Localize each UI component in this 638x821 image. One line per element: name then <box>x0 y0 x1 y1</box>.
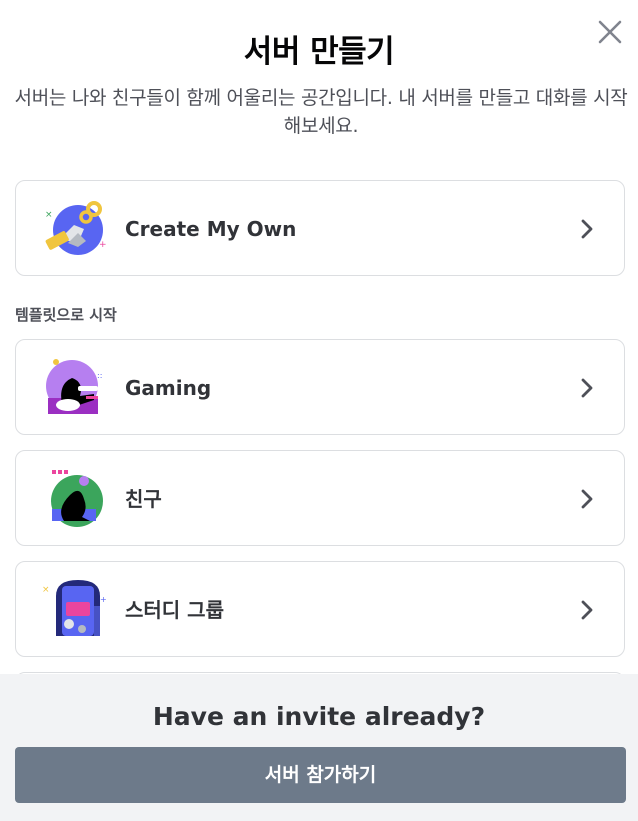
chevron-right-icon <box>581 489 593 509</box>
modal-title: 서버 만들기 <box>243 34 395 70</box>
template-friends-label: 친구 <box>125 487 162 511</box>
template-study-group-label: 스터디 그룹 <box>125 598 224 622</box>
join-server-button[interactable]: 서버 참가하기 <box>15 747 626 803</box>
svg-text:×: × <box>45 210 53 220</box>
template-gaming[interactable]: :: Gaming <box>15 339 625 435</box>
templates-heading: 템플릿으로 시작 <box>15 306 117 324</box>
modal-subtitle: 서버는 나와 친구들이 함께 어울리는 공간입니다. 내 서버를 만들고 대화를… <box>14 87 628 137</box>
friends-icon <box>51 470 103 527</box>
template-study-group[interactable]: × + 스터디 그룹 <box>15 561 625 657</box>
chevron-right-icon <box>581 378 593 398</box>
create-my-own-option[interactable]: × + Create My Own <box>15 180 625 276</box>
svg-text:+: + <box>100 595 107 604</box>
gaming-icon: :: <box>46 359 102 414</box>
template-friends[interactable]: 친구 <box>15 450 625 546</box>
create-server-icon: × + <box>45 201 107 255</box>
create-my-own-label: Create My Own <box>125 217 297 241</box>
template-gaming-label: Gaming <box>125 376 212 400</box>
modal-footer: Have an invite already? 서버 참가하기 <box>0 674 638 821</box>
svg-text:+: + <box>99 240 107 250</box>
invite-heading: Have an invite already? <box>152 702 486 731</box>
chevron-right-icon <box>581 219 593 239</box>
study-group-icon: × + <box>42 580 107 636</box>
svg-text:::: :: <box>97 371 102 380</box>
svg-text:×: × <box>42 585 50 595</box>
chevron-right-icon <box>581 600 593 620</box>
